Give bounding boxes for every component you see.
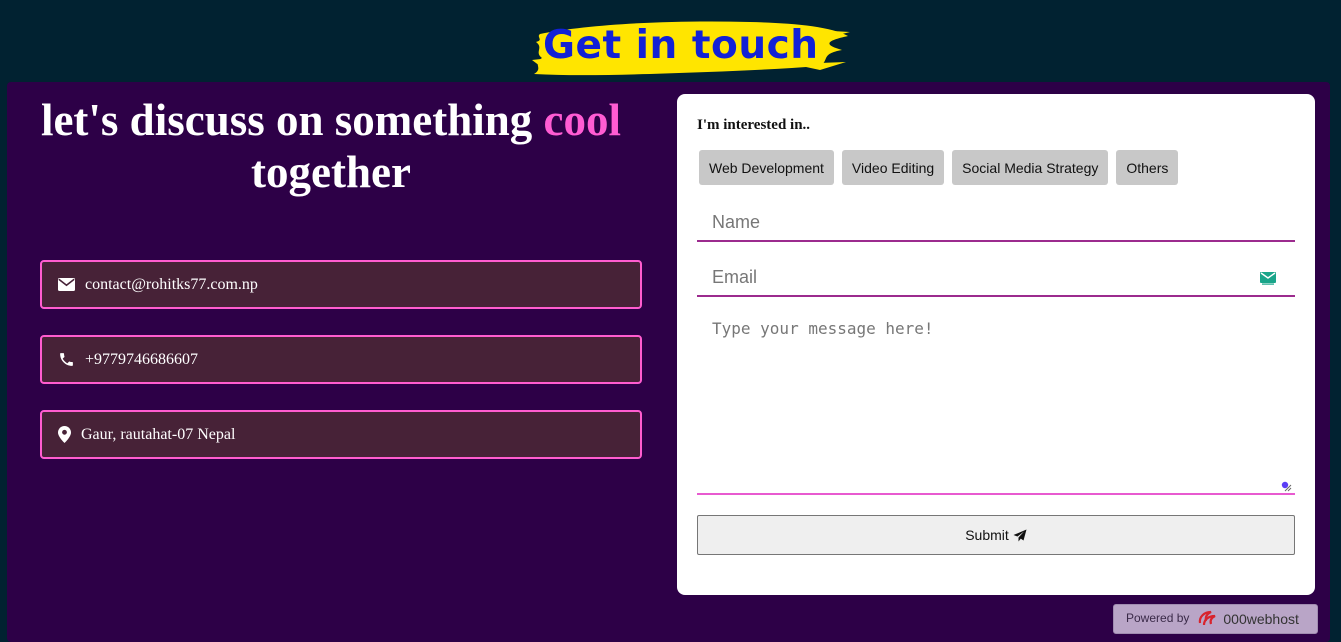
contact-email-text: contact@rohitks77.com.np — [85, 275, 258, 293]
hero-headline: let's discuss on something cool together — [7, 94, 655, 198]
submit-button[interactable]: Submit — [697, 515, 1295, 555]
headline-highlight: cool — [543, 95, 622, 145]
map-pin-icon — [55, 426, 73, 444]
contact-phone-card: +9779746686607 — [40, 335, 642, 384]
interest-others-button[interactable]: Others — [1116, 150, 1179, 185]
contact-address-text: Gaur, rautahat-07 Nepal — [81, 425, 236, 443]
host-name: 000webhost — [1223, 611, 1299, 627]
interest-label: I'm interested in.. — [697, 117, 811, 133]
contact-form: I'm interested in.. Web Development Vide… — [677, 94, 1315, 595]
phone-icon — [57, 351, 75, 369]
contact-email-card: contact@rohitks77.com.np — [40, 260, 642, 309]
resize-handle-icon[interactable] — [1280, 480, 1292, 492]
page-title: Get in touch — [543, 23, 819, 68]
interest-video-editing-button[interactable]: Video Editing — [841, 150, 945, 185]
interest-web-development-button[interactable]: Web Development — [699, 150, 834, 185]
name-input[interactable] — [697, 205, 1295, 242]
contact-phone-text: +9779746686607 — [85, 350, 199, 368]
envelope-icon — [57, 276, 75, 294]
contact-address-card: Gaur, rautahat-07 Nepal — [40, 410, 642, 459]
email-extension-icon[interactable] — [1260, 272, 1276, 285]
powered-by-badge[interactable]: Powered by 000webhost — [1113, 604, 1318, 634]
email-input[interactable] — [697, 260, 1295, 297]
powered-by-label: Powered by — [1126, 611, 1190, 625]
interest-options: Web Development Video Editing Social Med… — [699, 150, 1179, 185]
message-textarea[interactable] — [697, 309, 1295, 495]
webhost-logo-icon — [1199, 610, 1216, 626]
interest-social-media-strategy-button[interactable]: Social Media Strategy — [952, 150, 1109, 185]
headline-suffix: together — [251, 147, 411, 197]
page-header: Get in touch — [0, 0, 1341, 82]
submit-label: Submit — [965, 527, 1009, 543]
contact-panel: let's discuss on something cool together… — [7, 82, 1330, 642]
headline-prefix: let's discuss on something — [40, 95, 544, 145]
paper-plane-icon — [1013, 529, 1027, 541]
